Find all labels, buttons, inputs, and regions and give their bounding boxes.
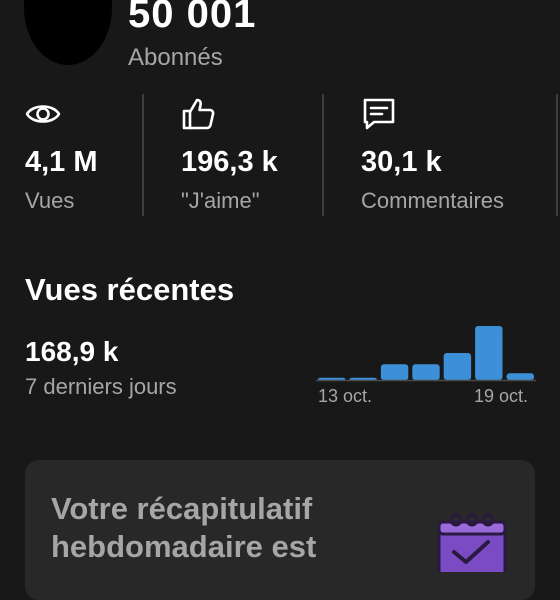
calendar-check-icon (436, 512, 508, 580)
eye-icon (25, 96, 61, 132)
comment-icon (361, 96, 397, 132)
recent-views-value: 168,9 k (25, 336, 119, 367)
weekly-summary-text: Votre récapitulatif hebdomadaire est (51, 491, 317, 564)
chart-bar-19-oct-[interactable] (506, 373, 534, 381)
recent-views-chart[interactable] (316, 320, 536, 382)
stat-divider (556, 94, 558, 216)
recent-views-title: Vues récentes (25, 272, 235, 307)
chart-bar-18-oct-[interactable] (475, 326, 503, 380)
recent-views-period: 7 derniers jours (25, 374, 177, 399)
comments-label: Commentaires (361, 188, 505, 213)
chart-tick-label-end: 19 oct. (474, 386, 529, 406)
views-label: Vues (25, 188, 75, 213)
likes-value: 196,3 k (181, 146, 278, 178)
chart-bar-16-oct-[interactable] (412, 364, 440, 381)
chart-bar-15-oct-[interactable] (380, 364, 409, 381)
stat-divider (322, 94, 324, 216)
views-value: 4,1 M (25, 146, 98, 178)
subscriber-label: Abonnés (128, 44, 223, 71)
stat-divider (142, 94, 144, 216)
comments-value: 30,1 k (361, 146, 442, 178)
avatar[interactable] (24, 0, 112, 65)
likes-label: "J'aime" (181, 188, 260, 213)
chart-bar-17-oct-[interactable] (443, 353, 472, 380)
chart-tick-label-start: 13 oct. (318, 386, 373, 406)
subscriber-count: 50 001 (128, 0, 257, 36)
thumbs-up-icon (180, 96, 216, 132)
